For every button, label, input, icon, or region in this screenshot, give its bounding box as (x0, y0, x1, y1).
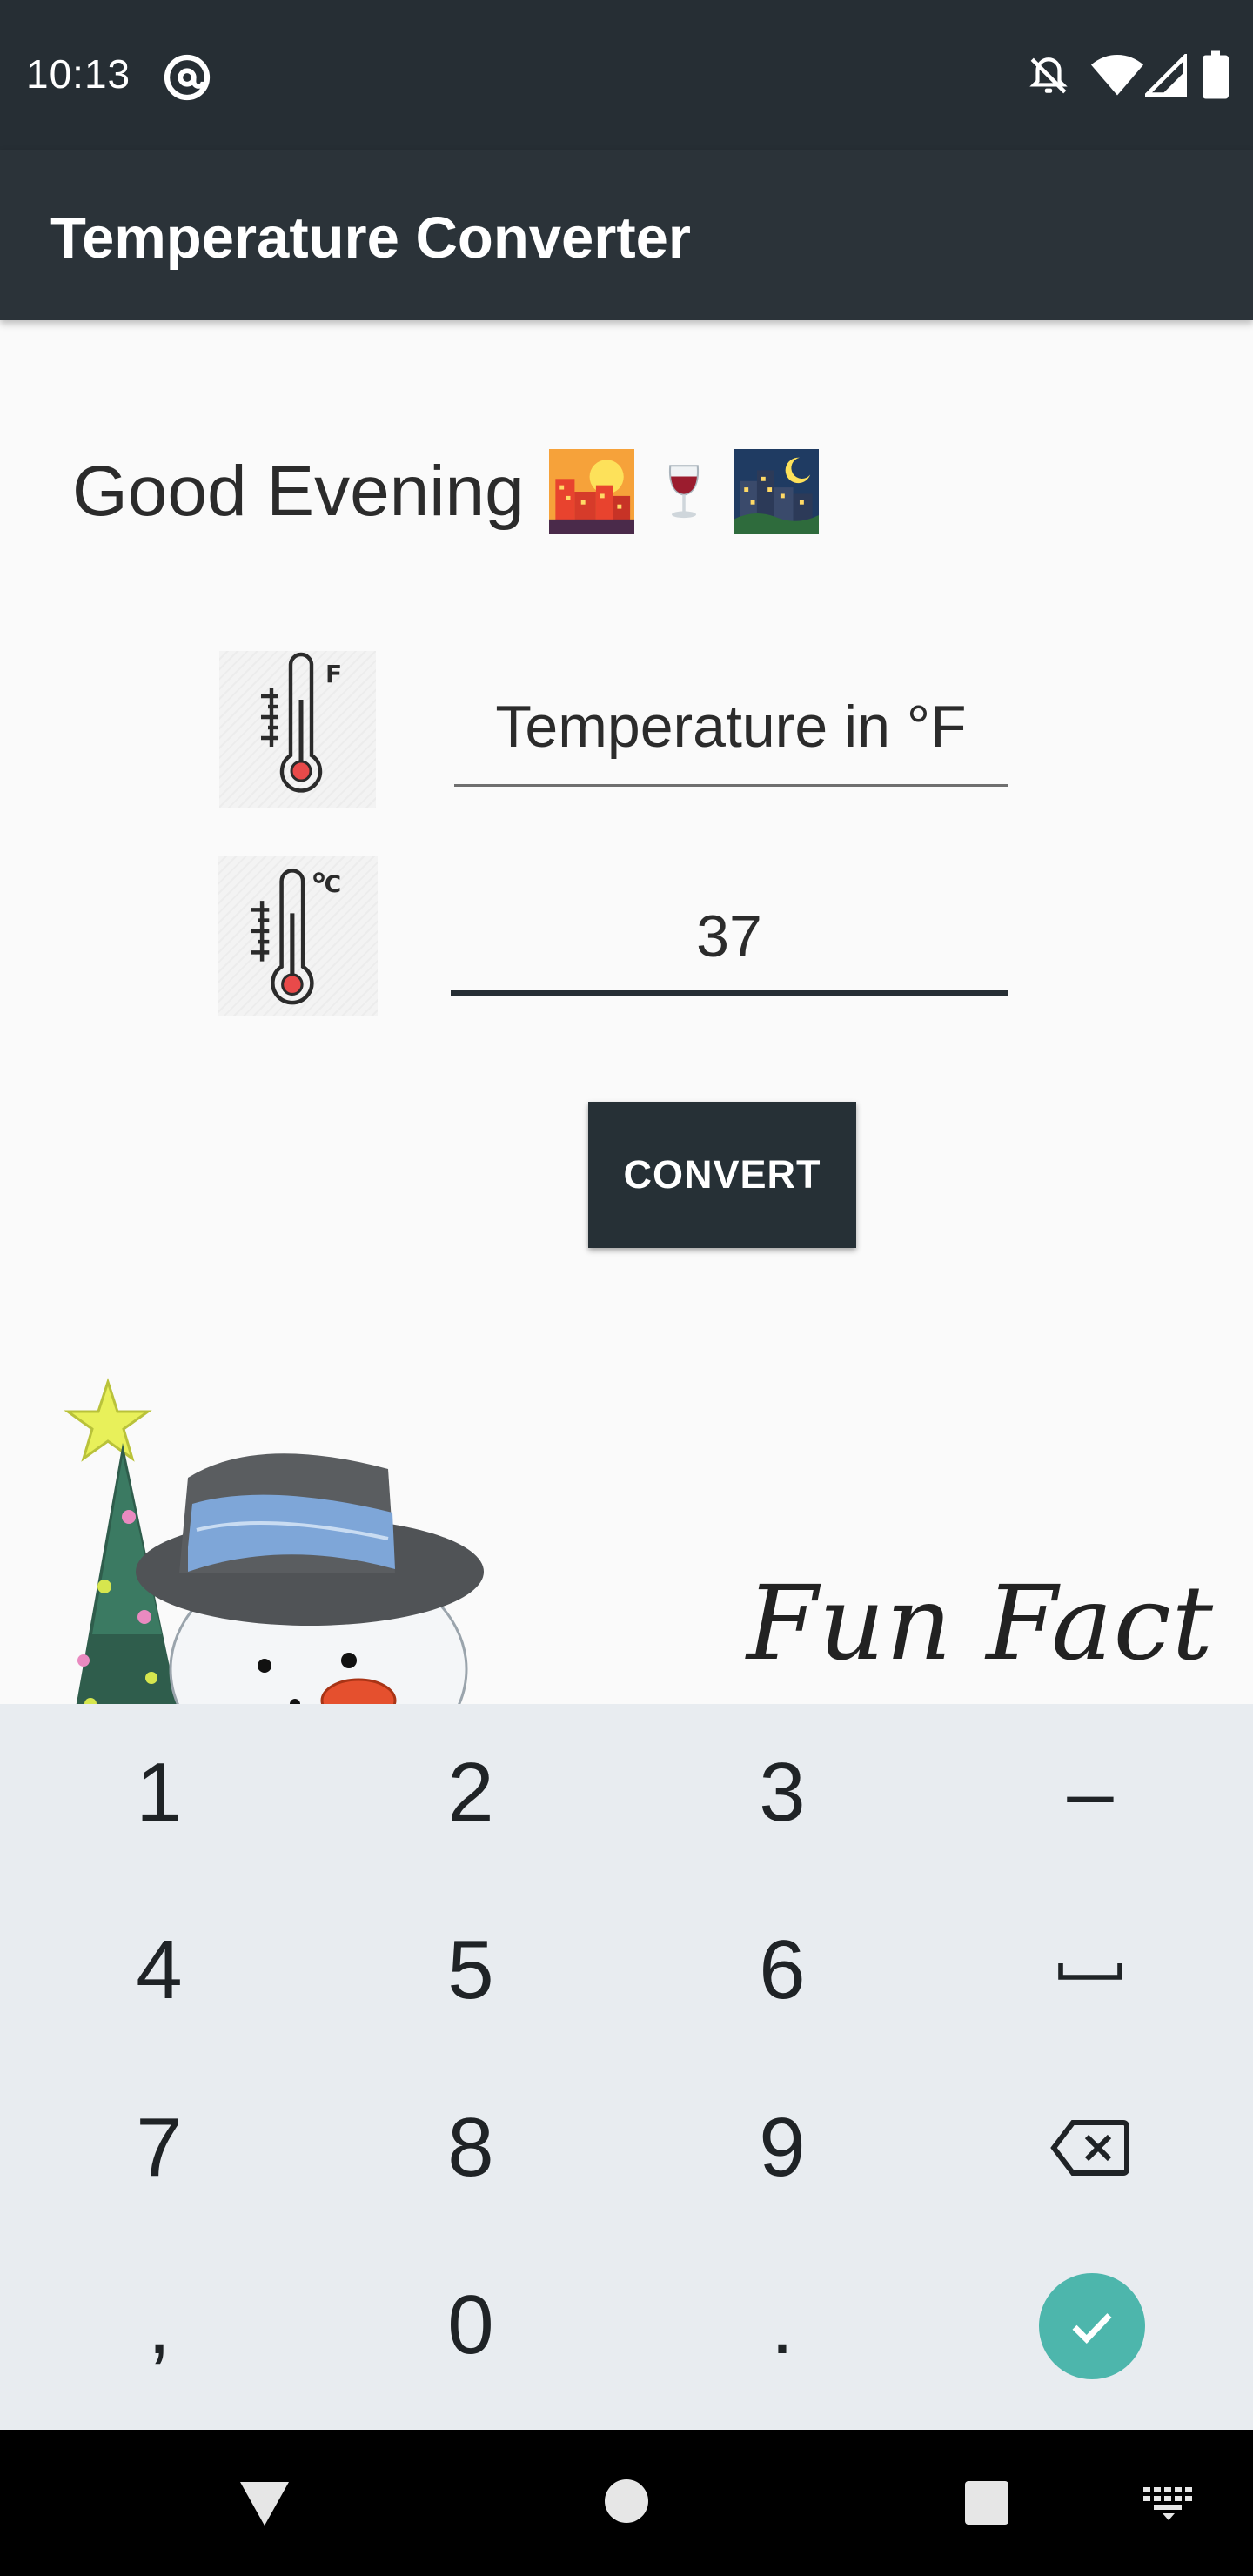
thermometer-celsius-icon: C (218, 856, 378, 1016)
city-dusk-emoji (548, 449, 634, 534)
wine-glass-emoji (668, 465, 699, 519)
status-time: 10:13 (26, 51, 131, 97)
greeting-text: Good Evening (72, 452, 525, 531)
fahrenheit-input[interactable]: Temperature in °F (454, 684, 1008, 787)
key-minus[interactable]: – (935, 1704, 1246, 1882)
done-key[interactable] (1039, 2273, 1145, 2379)
key-0[interactable]: 0 (315, 2237, 626, 2414)
key-4[interactable]: 4 (3, 1882, 315, 2059)
key-space[interactable] (935, 1882, 1246, 2059)
nav-bar (0, 2430, 1253, 2576)
space-icon (1058, 1963, 1122, 1980)
notifications-off-icon (1029, 57, 1068, 94)
celsius-underline (451, 990, 1008, 996)
app-bar: Temperature Converter (0, 150, 1253, 320)
key-7[interactable]: 7 (3, 2059, 315, 2237)
at-sign-icon (164, 54, 211, 101)
key-3[interactable]: 3 (626, 1704, 938, 1882)
key-9[interactable]: 9 (626, 2059, 938, 2237)
home-icon[interactable] (604, 2479, 649, 2524)
keyboard-switch-icon[interactable] (1143, 2487, 1194, 2520)
key-backspace[interactable] (935, 2059, 1246, 2237)
fahrenheit-underline (454, 784, 1008, 787)
main-content: Good Evening F Temperature in °F C 37 CO… (0, 320, 1253, 1704)
key-8[interactable]: 8 (315, 2059, 626, 2237)
app-title: Temperature Converter (50, 205, 691, 271)
key-6[interactable]: 6 (626, 1882, 938, 2059)
key-2[interactable]: 2 (315, 1704, 626, 1882)
key-period[interactable]: . (626, 2237, 938, 2414)
back-icon[interactable] (237, 2479, 292, 2529)
key-1[interactable]: 1 (3, 1704, 315, 1882)
fahrenheit-placeholder: Temperature in °F (495, 694, 967, 760)
fun-fact-title: Fun Fact (747, 1563, 1215, 1683)
key-5[interactable]: 5 (315, 1882, 626, 2059)
battery-icon (1203, 50, 1229, 99)
convert-button[interactable]: CONVERT (588, 1102, 856, 1248)
celsius-value: 37 (696, 903, 762, 969)
cell-signal-icon (1145, 54, 1187, 97)
celsius-input[interactable]: 37 (451, 888, 1008, 996)
backspace-icon (1050, 2120, 1129, 2176)
status-bar: 10:13 (0, 0, 1253, 150)
wifi-icon (1091, 55, 1143, 96)
svg-text:F: F (325, 660, 342, 688)
thermometer-fahrenheit-icon: F (219, 651, 376, 808)
snowman-illustration (64, 1378, 484, 1704)
recents-icon[interactable] (964, 2480, 1009, 2526)
checkmark-icon (1072, 2313, 1112, 2345)
svg-text:C: C (325, 871, 342, 898)
night-city-emoji (733, 449, 819, 534)
key-comma[interactable]: , (3, 2237, 315, 2414)
numeric-keyboard: 1 2 3 – 4 5 6 7 8 9 , 0 . (0, 1704, 1253, 2430)
greeting: Good Evening (72, 449, 838, 534)
